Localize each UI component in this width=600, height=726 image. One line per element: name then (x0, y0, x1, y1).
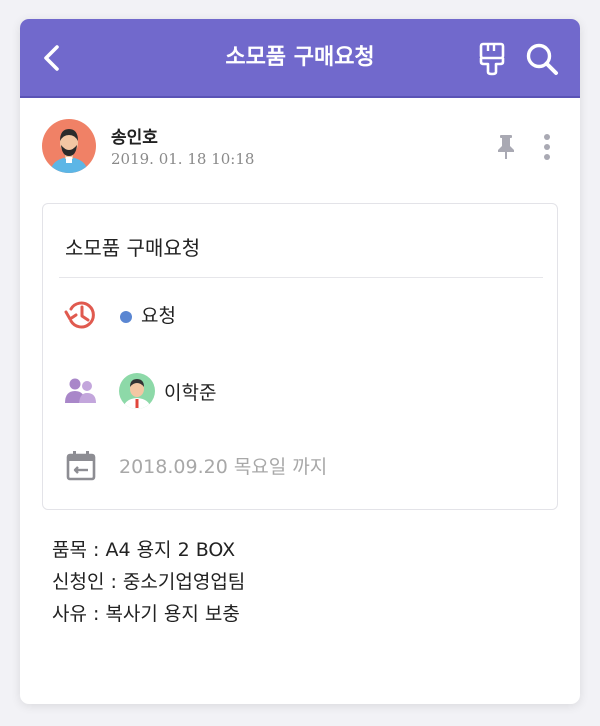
status-dot (120, 311, 132, 323)
status-label: 요청 (141, 305, 176, 327)
history-clock-icon (64, 301, 95, 329)
people-icon (65, 378, 96, 403)
post-card: 소모품 구매요청 송인호 2019. 01. 18 10:18 소모품 구매요청… (20, 19, 580, 704)
detail-line-applicant: 신청인 : 중소기업영업팀 (52, 571, 246, 593)
more-vertical-icon[interactable] (540, 133, 554, 161)
post-date: 2019. 01. 18 10:18 (111, 150, 255, 168)
request-details: 품목 : A4 용지 2 BOX 신청인 : 중소기업영업팀 사유 : 복사기 … (52, 534, 245, 630)
detail-line-reason: 사유 : 복사기 용지 보충 (52, 603, 240, 625)
calendar-icon (66, 451, 96, 481)
app-bar-divider (20, 96, 580, 98)
assignee-name: 이학준 (164, 382, 217, 404)
request-title: 소모품 구매요청 (65, 236, 201, 260)
due-date: 2018.09.20 목요일 까지 (119, 456, 328, 478)
author-name: 송인호 (111, 128, 158, 148)
paint-brush-icon[interactable] (477, 42, 507, 76)
pin-icon[interactable] (495, 134, 517, 160)
search-icon[interactable] (524, 41, 560, 77)
male-avatar-icon[interactable] (42, 119, 96, 173)
request-summary-card: 소모품 구매요청 요청 이학준 2018.09.20 목요일 까지 (42, 203, 558, 510)
divider (59, 277, 543, 278)
detail-line-item: 품목 : A4 용지 2 BOX (52, 539, 236, 561)
app-bar: 소모품 구매요청 (20, 19, 580, 96)
assignee-avatar-icon[interactable] (119, 373, 155, 409)
